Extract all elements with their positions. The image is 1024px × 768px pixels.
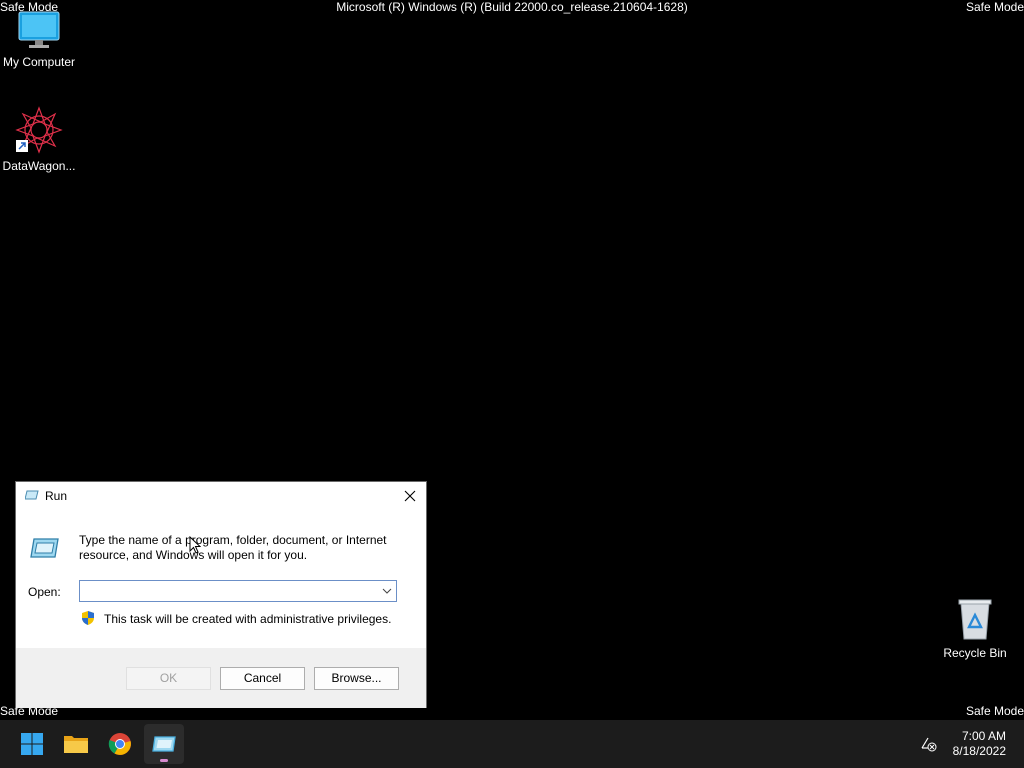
close-button[interactable] [394,482,426,510]
open-label: Open: [28,585,61,599]
safe-mode-label-top-right: Safe Mode [965,0,1024,14]
recycle-bin-icon [958,599,992,640]
mouse-cursor-icon [189,536,201,554]
desktop-icon-label: Recycle Bin [943,646,1007,660]
clock-date: 8/18/2022 [952,744,1006,758]
desktop-icon-label: My Computer [2,55,76,69]
run-dialog[interactable]: Run Type the name of a program, folder, … [15,481,427,708]
admin-notice: This task will be created with administr… [104,612,392,626]
run-large-icon [30,538,59,558]
run-dialog-titlebar[interactable]: Run [16,482,426,510]
cancel-button[interactable]: Cancel [220,667,305,690]
ok-button[interactable]: OK [126,667,211,690]
monitor-icon [18,11,60,48]
desktop-icon-label: DataWagon... [2,159,76,173]
datawagon-logo-icon [15,106,63,154]
run-dialog-title: Run [45,489,68,503]
close-icon [404,490,416,502]
file-explorer-icon [64,736,88,753]
run-icon [25,490,39,500]
browse-button[interactable]: Browse... [314,667,399,690]
build-string: Microsoft (R) Windows (R) (Build 22000.c… [336,0,688,14]
start-button[interactable] [12,724,52,764]
start-icon [21,733,43,755]
shield-icon [82,611,94,625]
run-dialog-footer: OK Cancel Browse... [16,648,426,708]
open-input[interactable] [84,583,374,599]
desktop-icon-my-computer[interactable]: My Computer [0,10,79,69]
desktop-icon-datawagon[interactable]: DataWagon... [0,106,79,173]
chrome-icon [108,733,131,755]
network-disconnected-icon[interactable] [920,736,938,752]
taskbar-run[interactable] [144,724,184,764]
system-clock[interactable]: 7:00 AM 8/18/2022 [953,729,1006,759]
chevron-down-icon[interactable] [382,586,392,596]
run-icon [152,736,176,752]
safe-mode-label-bottom-right: Safe Mode [965,704,1024,718]
clock-time: 7:00 AM [961,729,1006,743]
open-combobox[interactable] [79,580,397,602]
taskbar-file-explorer[interactable] [56,724,96,764]
active-window-indicator [160,759,168,762]
taskbar-chrome[interactable] [100,724,140,764]
desktop-icon-recycle-bin[interactable]: Recycle Bin [935,597,1015,660]
taskbar: 7:00 AM 8/18/2022 [0,720,1024,768]
run-dialog-description: Type the name of a program, folder, docu… [79,533,387,562]
